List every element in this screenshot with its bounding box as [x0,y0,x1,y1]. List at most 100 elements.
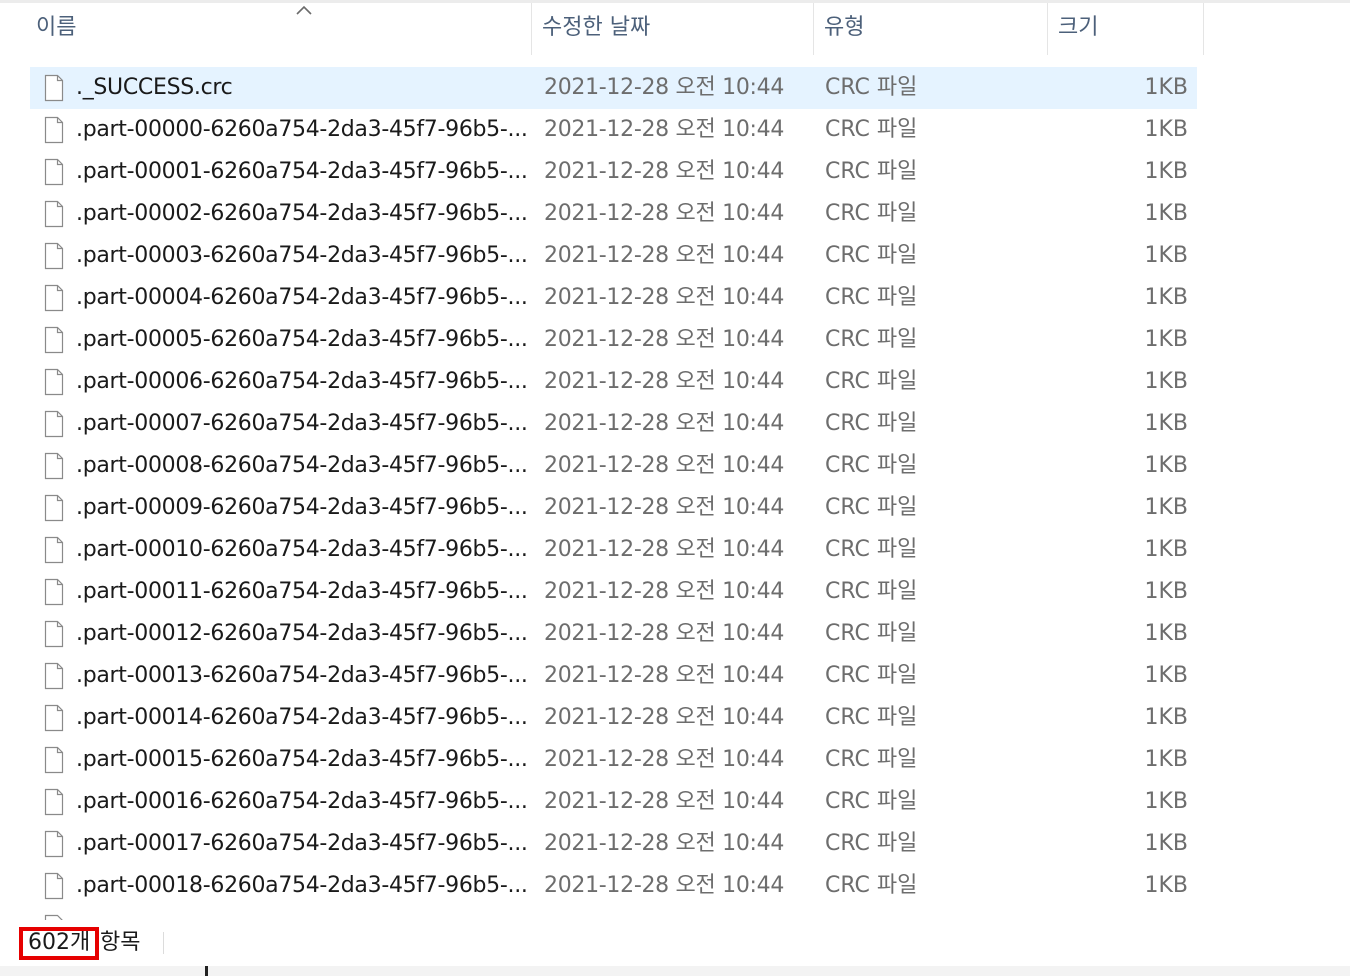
file-type: CRC 파일 [825,495,918,520]
column-header-size-label: 크기 [1058,15,1099,40]
file-type: CRC 파일 [825,159,918,184]
status-bar: 602개 항목 [0,920,1350,966]
column-header-name[interactable]: 이름 [26,3,532,55]
blank-file-icon [44,158,64,186]
file-size: 1KB [1144,243,1188,268]
column-header-row: 이름 수정한 날짜 유형 크기 [0,3,1350,55]
file-modified-date: 2021-12-28 오전 10:44 [544,411,785,436]
file-type: CRC 파일 [825,369,918,394]
file-modified-date: 2021-12-28 오전 10:44 [544,621,785,646]
file-size: 1KB [1144,873,1188,898]
file-row[interactable]: .part-00017-6260a754-2da3-45f7-96b5-... 2… [30,823,1197,865]
file-size: 1KB [1144,117,1188,142]
file-row[interactable]: .part-00013-6260a754-2da3-45f7-96b5-... 2… [30,655,1197,697]
blank-file-icon [44,578,64,606]
file-size: 1KB [1144,159,1188,184]
file-name: .part-00001-6260a754-2da3-45f7-96b5-... [76,159,526,184]
file-modified-date: 2021-12-28 오전 10:44 [544,495,785,520]
file-modified-date: 2021-12-28 오전 10:44 [544,117,785,142]
chevron-up-icon [296,5,312,15]
status-divider [163,932,164,954]
column-header-type[interactable]: 유형 [814,3,1048,55]
file-name: .part-00009-6260a754-2da3-45f7-96b5-... [76,495,526,520]
file-row[interactable]: .part-00009-6260a754-2da3-45f7-96b5-... 2… [30,487,1197,529]
file-size: 1KB [1144,495,1188,520]
file-size: 1KB [1144,369,1188,394]
file-type: CRC 파일 [825,705,918,730]
file-modified-date: 2021-12-28 오전 10:44 [544,789,785,814]
file-name: .part-00000-6260a754-2da3-45f7-96b5-... [76,117,526,142]
file-row-partial[interactable] [30,907,1197,920]
file-name: .part-00013-6260a754-2da3-45f7-96b5-... [76,663,526,688]
file-size: 1KB [1144,747,1188,772]
file-size: 1KB [1144,537,1188,562]
file-size: 1KB [1144,327,1188,352]
file-modified-date: 2021-12-28 오전 10:44 [544,831,785,856]
file-name: .part-00006-6260a754-2da3-45f7-96b5-... [76,369,526,394]
file-name: .part-00016-6260a754-2da3-45f7-96b5-... [76,789,526,814]
file-name: .part-00017-6260a754-2da3-45f7-96b5-... [76,831,526,856]
blank-file-icon [44,242,64,270]
file-modified-date: 2021-12-28 오전 10:44 [544,243,785,268]
file-row[interactable]: .part-00016-6260a754-2da3-45f7-96b5-... 2… [30,781,1197,823]
file-name: .part-00007-6260a754-2da3-45f7-96b5-... [76,411,526,436]
file-row[interactable]: .part-00010-6260a754-2da3-45f7-96b5-... 2… [30,529,1197,571]
column-header-size[interactable]: 크기 [1048,3,1204,55]
file-type: CRC 파일 [825,873,918,898]
file-name: .part-00011-6260a754-2da3-45f7-96b5-... [76,579,526,604]
file-row[interactable]: .part-00018-6260a754-2da3-45f7-96b5-... 2… [30,865,1197,907]
blank-file-icon [44,704,64,732]
file-row[interactable]: .part-00014-6260a754-2da3-45f7-96b5-... 2… [30,697,1197,739]
file-type: CRC 파일 [825,579,918,604]
blank-file-icon [44,746,64,774]
file-size: 1KB [1144,411,1188,436]
file-list[interactable]: ._SUCCESS.crc 2021-12-28 오전 10:44 CRC 파일 1K… [0,67,1350,920]
file-row[interactable]: .part-00002-6260a754-2da3-45f7-96b5-... 2… [30,193,1197,235]
file-modified-date: 2021-12-28 오전 10:44 [544,285,785,310]
blank-file-icon [44,368,64,396]
blank-file-icon [44,494,64,522]
file-row[interactable]: .part-00011-6260a754-2da3-45f7-96b5-... 2… [30,571,1197,613]
file-modified-date: 2021-12-28 오전 10:44 [544,579,785,604]
column-header-date[interactable]: 수정한 날짜 [532,3,814,55]
file-type: CRC 파일 [825,663,918,688]
file-type: CRC 파일 [825,327,918,352]
file-row[interactable]: .part-00004-6260a754-2da3-45f7-96b5-... 2… [30,277,1197,319]
file-type: CRC 파일 [825,831,918,856]
file-size: 1KB [1144,621,1188,646]
file-modified-date: 2021-12-28 오전 10:44 [544,537,785,562]
file-size: 1KB [1144,579,1188,604]
file-row[interactable]: .part-00007-6260a754-2da3-45f7-96b5-... 2… [30,403,1197,445]
file-row[interactable]: .part-00012-6260a754-2da3-45f7-96b5-... 2… [30,613,1197,655]
file-modified-date: 2021-12-28 오전 10:44 [544,327,785,352]
blank-file-icon [44,284,64,312]
blank-file-icon [44,326,64,354]
file-modified-date: 2021-12-28 오전 10:44 [544,369,785,394]
file-modified-date: 2021-12-28 오전 10:44 [544,663,785,688]
blank-file-icon [44,620,64,648]
file-name: .part-00008-6260a754-2da3-45f7-96b5-... [76,453,526,478]
file-type: CRC 파일 [825,789,918,814]
file-size: 1KB [1144,789,1188,814]
file-name: .part-00004-6260a754-2da3-45f7-96b5-... [76,285,526,310]
file-row[interactable]: .part-00015-6260a754-2da3-45f7-96b5-... 2… [30,739,1197,781]
file-row[interactable]: .part-00008-6260a754-2da3-45f7-96b5-... 2… [30,445,1197,487]
file-row[interactable]: .part-00003-6260a754-2da3-45f7-96b5-... 2… [30,235,1197,277]
file-row[interactable]: .part-00001-6260a754-2da3-45f7-96b5-... 2… [30,151,1197,193]
file-row[interactable]: .part-00000-6260a754-2da3-45f7-96b5-... 2… [30,109,1197,151]
blank-file-icon [44,872,64,900]
file-modified-date: 2021-12-28 오전 10:44 [544,75,785,100]
file-row[interactable]: .part-00006-6260a754-2da3-45f7-96b5-... 2… [30,361,1197,403]
file-type: CRC 파일 [825,243,918,268]
file-name: .part-00012-6260a754-2da3-45f7-96b5-... [76,621,526,646]
blank-file-icon [44,74,64,102]
blank-file-icon [44,200,64,228]
file-name: ._SUCCESS.crc [76,75,233,100]
file-row[interactable]: .part-00005-6260a754-2da3-45f7-96b5-... 2… [30,319,1197,361]
file-modified-date: 2021-12-28 오전 10:44 [544,453,785,478]
file-modified-date: 2021-12-28 오전 10:44 [544,201,785,226]
file-size: 1KB [1144,705,1188,730]
file-row[interactable]: ._SUCCESS.crc 2021-12-28 오전 10:44 CRC 파일 1K… [30,67,1197,109]
file-modified-date: 2021-12-28 오전 10:44 [544,873,785,898]
file-type: CRC 파일 [825,117,918,142]
